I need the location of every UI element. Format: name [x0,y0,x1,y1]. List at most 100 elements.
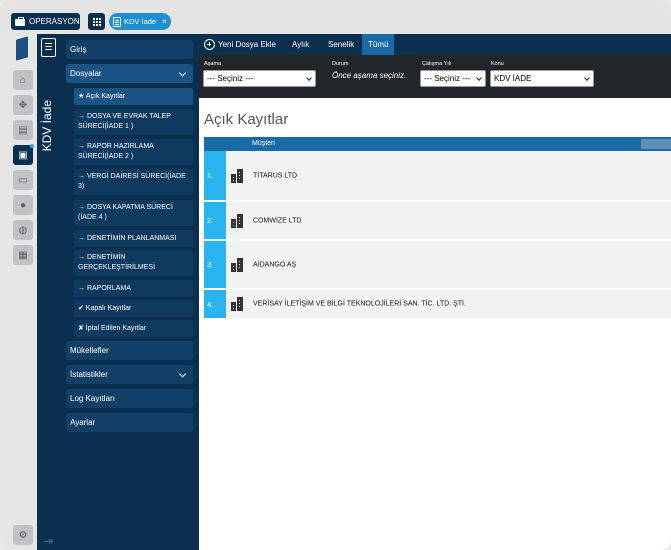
sub-item-label: → RAPORLAMA [78,284,131,292]
nav-item-label: Dosyalar [70,69,102,78]
table-row[interactable]: 4. VERİSAY İLETİŞİM VE BİLGİ TEKNOLOJİLE… [204,290,671,319]
new-file-label: Yeni Dosya Ekle [218,40,276,49]
book-icon[interactable]: ▤ [13,120,33,140]
operations-button[interactable]: OPERASYON [11,13,80,30]
open-tab-kdv-iade[interactable]: KDV İade × [109,13,171,30]
sub-item-label: ✔ Kapalı Kayıtlar [78,304,132,312]
sub-item-iptal-edilen[interactable]: ✘ İptal Edilen Kayıtlar [74,320,193,337]
row-number: 1. [204,151,226,200]
section-title: KDV İade [40,100,54,152]
row-number: 2. [204,202,226,239]
toolbar: Yeni Dosya Ekle Aylık Senelik Tümü [199,34,671,55]
sub-item-kapali-kayitlar[interactable]: ✔ Kapalı Kayıtlar [74,300,193,317]
sub-item-rapor-hazirlama[interactable]: → RAPOR HAZIRLAMA SÜRECİ(İADE 2 ) [74,139,193,165]
nav-item-giris[interactable]: Giriş [66,40,193,59]
sidebar-nav: Giriş Dosyalar ★ Açık Kayıtlar → DOSYA V… [62,34,199,550]
customer-name[interactable]: AİDANGO AŞ [253,261,296,268]
nav-item-label: Mükellefler [70,346,109,355]
tab-senelik[interactable]: Senelik [322,34,360,55]
new-file-button[interactable]: Yeni Dosya Ekle [204,34,282,55]
chevron-down-icon [306,75,312,81]
durum-note: Önce aşama seçiniz. [332,71,407,80]
yil-select[interactable]: --- Seçiniz --- [420,70,486,87]
sub-item-denetim-gerceklestirme[interactable]: → DENETİMİN GERÇEKLEŞTİRİLMESİ [74,250,193,276]
asama-select[interactable]: --- Seçiniz --- [203,70,316,87]
logo [16,36,28,61]
table-row[interactable]: 1. TİTARUS LTD [204,151,671,201]
briefcase-icon[interactable]: ▣ [13,144,34,165]
apps-grid-button[interactable] [88,13,105,30]
sub-item-label: → DENETİMİN PLANLANMASI [78,234,177,242]
sub-item-denetim-planlama[interactable]: → DENETİMİN PLANLANMASI [74,230,193,247]
user-settings-icon[interactable]: ⚙ [13,525,33,545]
tab-tumu[interactable]: Tümü [362,34,395,55]
chevron-down-icon [178,68,187,77]
column-header-musteri: Müşteri [252,140,275,147]
sub-item-label: → DOSYA KAPATMA SÜRECİ (İADE 4 ) [78,204,173,221]
sub-item-acik-kayitlar[interactable]: ★ Açık Kayıtlar [74,88,193,105]
sub-item-label: → VERGİ DAİRESİ SÜRECİ(İADE 3) [78,173,186,190]
building-icon [231,213,245,228]
sub-item-dosya-evrak[interactable]: → DOSYA VE EVRAK TALEP SÜRECİ(İADE 1 ) [74,109,193,135]
row-number: 3. [204,241,226,288]
customer-name[interactable]: COMWİZE LTD [253,217,301,224]
nav-item-label: Ayarlar [70,418,96,427]
customer-name[interactable]: TİTARUS LTD [253,172,297,179]
yil-label: Çalışma Yılı [422,61,452,67]
nav-item-mukellefler[interactable]: Mükellefler [66,341,193,360]
logout-icon[interactable]: ⇥ [43,534,53,548]
asama-select-value: --- Seçiniz --- [207,74,254,83]
close-icon[interactable]: × [162,17,167,26]
konu-select[interactable]: KDV İADE [490,70,594,87]
globe-icon[interactable]: ◍ [13,220,33,240]
chevron-down-icon [476,75,482,81]
open-tab-label: KDV İade [124,17,157,26]
nav-item-dosyalar[interactable]: Dosyalar [66,64,193,83]
yil-select-value: --- Seçiniz --- [424,74,471,83]
page-title: Açık Kayıtlar [204,111,289,128]
building-icon [231,297,245,311]
customer-name[interactable]: VERİSAY İLETİŞİM VE BİLGİ TEKNOLOJİLERİ … [253,301,466,308]
card-icon[interactable]: ▭ [13,170,33,190]
durum-label: Durum [332,61,349,67]
calculator-icon[interactable]: ▦ [13,245,33,265]
konu-label: Konu [491,61,504,67]
header-control[interactable] [641,139,671,149]
sub-item-label: → RAPOR HAZIRLAMA SÜRECİ(İADE 2 ) [78,143,154,160]
section-strip: KDV İade ⇥ [37,34,62,550]
nav-item-label: Log Kayıtları [70,394,115,403]
filter-bar: Aşama --- Seçiniz --- Durum Önce aşama s… [199,55,671,98]
main-content: Yeni Dosya Ekle Aylık Senelik Tümü Aşama… [199,34,671,550]
sub-item-vergi-dairesi[interactable]: → VERGİ DAİRESİ SÜRECİ(İADE 3) [74,169,193,195]
document-icon [41,38,56,57]
table-header: Müşteri [204,137,671,151]
sub-item-label: → DENETİMİN GERÇEKLEŞTİRİLMESİ [78,254,156,271]
operations-label: OPERASYON [29,17,80,26]
sub-item-dosya-kapatma[interactable]: → DOSYA KAPATMA SÜRECİ (İADE 4 ) [74,200,193,226]
building-icon [231,168,245,183]
table-row[interactable]: 2. COMWİZE LTD [204,202,671,240]
grid-icon [92,17,101,26]
nav-item-istatistikler[interactable]: İstatistikler [66,365,193,384]
row-number: 4. [204,290,226,318]
chevron-down-icon [584,75,590,81]
nav-item-label: İstatistikler [70,370,108,379]
nav-item-label: Giriş [70,45,87,54]
move-icon[interactable]: ✥ [13,95,33,115]
sub-item-raporlama[interactable]: → RAPORLAMA [74,280,193,297]
sub-item-label: → DOSYA VE EVRAK TALEP SÜRECİ(İADE 1 ) [78,113,171,130]
tab-aylik[interactable]: Aylık [286,34,315,55]
nav-item-ayarlar[interactable]: Ayarlar [66,413,193,432]
table-row[interactable]: 3. AİDANGO AŞ [204,241,671,289]
app-window: OPERASYON KDV İade × ⌂ ✥ ▤ ▣ ▭ ● ◍ ▦ ⚙ K… [0,0,671,550]
briefcase-icon [14,17,25,26]
user-icon[interactable]: ● [13,195,33,215]
nav-item-log-kayitlari[interactable]: Log Kayıtları [66,389,193,408]
document-icon [113,16,121,27]
chevron-down-icon [178,369,187,378]
building-icon [231,257,245,272]
home-icon[interactable]: ⌂ [13,70,33,90]
asama-label: Aşama [204,61,222,67]
plus-circle-icon [204,39,215,50]
icon-rail: ⌂ ✥ ▤ ▣ ▭ ● ◍ ▦ ⚙ [0,34,37,550]
